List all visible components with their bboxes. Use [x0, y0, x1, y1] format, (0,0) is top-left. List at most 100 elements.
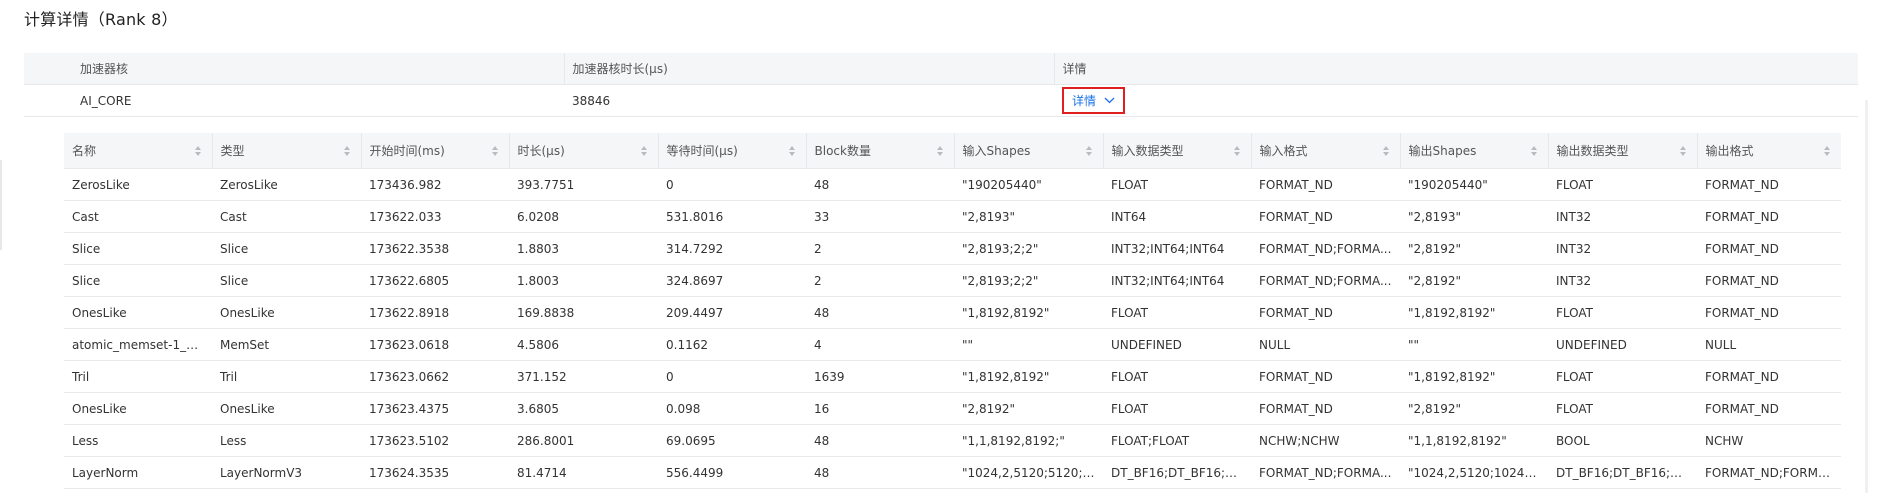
table-row[interactable]: OnesLike OnesLike 173622.8918 169.8838 209.4…: [64, 296, 1841, 329]
column-header-output-dtypes[interactable]: 输出数据类型: [1547, 133, 1697, 169]
cell-type: Less: [212, 424, 361, 457]
sort-icon[interactable]: [1382, 145, 1390, 157]
cell-name: Slice: [64, 232, 212, 265]
cell-start-time: 173623.4375: [361, 392, 509, 425]
cell-wait-time: 0: [658, 360, 806, 393]
cell-input-shapes: "1024,2,5120;5120;51...: [954, 456, 1103, 489]
cell-input-dtypes: DT_BF16;DT_BF16;DT...: [1103, 456, 1251, 489]
cell-type: Slice: [212, 232, 361, 265]
column-header-name[interactable]: 名称: [64, 133, 212, 169]
cell-output-dtypes: FLOAT: [1548, 392, 1697, 425]
cell-type: ZerosLike: [212, 168, 361, 201]
cell-wait-time: 314.7292: [658, 232, 806, 265]
sort-icon[interactable]: [1233, 145, 1241, 157]
cell-name: Slice: [64, 264, 212, 297]
column-header-label: 输出Shapes: [1408, 144, 1477, 158]
cell-type: LayerNormV3: [212, 456, 361, 489]
column-header-input-shapes[interactable]: 输入Shapes: [953, 133, 1103, 169]
column-header-label: 等待时间(μs): [666, 144, 738, 158]
table-row[interactable]: ZerosLike ZerosLike 173436.982 393.7751 0 48 "…: [64, 168, 1841, 201]
cell-output-shapes: "1024,2,5120;1024,2,...: [1400, 456, 1548, 489]
detail-toggle-label: 详情: [1072, 94, 1097, 108]
cell-duration: 169.8838: [509, 296, 658, 329]
cell-output-shapes: "": [1400, 328, 1548, 361]
cell-input-format: NULL: [1251, 328, 1400, 361]
column-header-wait-time[interactable]: 等待时间(μs): [657, 133, 806, 169]
cell-input-format: FORMAT_ND;FORMA...: [1251, 264, 1400, 297]
table-row[interactable]: Cast Cast 173622.033 6.0208 531.8016 33 "2,819…: [64, 200, 1841, 233]
cell-output-shapes: "1,8192,8192": [1400, 296, 1548, 329]
cell-wait-time: 324.8697: [658, 264, 806, 297]
column-header-start-time[interactable]: 开始时间(ms): [360, 133, 509, 169]
table-row[interactable]: Slice Slice 173622.6805 1.8003 324.8697 2 "2,8…: [64, 264, 1841, 297]
sort-icon[interactable]: [343, 145, 351, 157]
table-row[interactable]: Less Less 173623.5102 286.8001 69.0695 48 "1,1…: [64, 424, 1841, 457]
table-row[interactable]: atomic_memset-1_69... MemSet 173623.0618 4.…: [64, 328, 1841, 361]
cell-input-shapes: "190205440": [954, 168, 1103, 201]
cell-duration: 81.4714: [509, 456, 658, 489]
column-header-label: Block数量: [814, 144, 871, 158]
cell-name: OnesLike: [64, 392, 212, 425]
cell-input-shapes: "2,8193;2;2": [954, 232, 1103, 265]
column-header-output-shapes[interactable]: 输出Shapes: [1399, 133, 1548, 169]
column-header-block-count[interactable]: Block数量: [805, 133, 954, 169]
cell-output-dtypes: INT32: [1548, 200, 1697, 233]
cell-start-time: 173623.0662: [361, 360, 509, 393]
cell-input-dtypes: FLOAT: [1103, 360, 1251, 393]
cell-wait-time: 0.1162: [658, 328, 806, 361]
column-header-type[interactable]: 类型: [211, 133, 361, 169]
cell-start-time: 173622.033: [361, 200, 509, 233]
cell-block-count: 2: [806, 232, 954, 265]
sort-icon[interactable]: [1823, 145, 1831, 157]
cell-input-dtypes: FLOAT;FLOAT: [1103, 424, 1251, 457]
cell-type: OnesLike: [212, 296, 361, 329]
cell-type: MemSet: [212, 328, 361, 361]
cell-wait-time: 531.8016: [658, 200, 806, 233]
cell-output-format: FORMAT_ND;FORMA...: [1697, 456, 1841, 489]
cell-input-shapes: "": [954, 328, 1103, 361]
cell-input-dtypes: FLOAT: [1103, 296, 1251, 329]
column-header-label: 输出格式: [1705, 144, 1754, 158]
sort-icon[interactable]: [640, 145, 648, 157]
summary-header-core: 加速器核: [24, 53, 564, 85]
sort-icon[interactable]: [936, 145, 944, 157]
cell-start-time: 173623.5102: [361, 424, 509, 457]
sort-icon[interactable]: [194, 145, 202, 157]
column-header-duration[interactable]: 时长(μs): [508, 133, 658, 169]
column-header-input-dtypes[interactable]: 输入数据类型: [1102, 133, 1251, 169]
sort-icon[interactable]: [491, 145, 499, 157]
cell-start-time: 173622.3538: [361, 232, 509, 265]
cell-name: ZerosLike: [64, 168, 212, 201]
cell-type: Tril: [212, 360, 361, 393]
sort-icon[interactable]: [1679, 145, 1687, 157]
sort-icon[interactable]: [788, 145, 796, 157]
cell-wait-time: 0: [658, 168, 806, 201]
sort-icon[interactable]: [1085, 145, 1093, 157]
table-row[interactable]: Tril Tril 173623.0662 371.152 0 1639 "1,8192,8…: [64, 360, 1841, 393]
page-title: 计算详情（Rank 8）: [24, 10, 178, 29]
column-header-input-format[interactable]: 输入格式: [1250, 133, 1400, 169]
table-row[interactable]: OnesLike OnesLike 173623.4375 3.6805 0.098 16…: [64, 392, 1841, 425]
chevron-down-icon: [1104, 97, 1115, 104]
column-header-output-format[interactable]: 输出格式: [1696, 133, 1841, 169]
cell-input-dtypes: INT64: [1103, 200, 1251, 233]
cell-duration: 371.152: [509, 360, 658, 393]
cell-output-shapes: "190205440": [1400, 168, 1548, 201]
cell-output-format: FORMAT_ND: [1697, 264, 1841, 297]
vertical-scrollbar[interactable]: [1865, 100, 1868, 493]
cell-output-format: FORMAT_ND: [1697, 360, 1841, 393]
cell-type: Cast: [212, 200, 361, 233]
cell-input-shapes: "2,8192": [954, 392, 1103, 425]
accelerator-summary-table: 加速器核 加速器核时长(μs) 详情 AI_CORE 38846 详情: [24, 53, 1858, 117]
cell-name: OnesLike: [64, 296, 212, 329]
cell-output-format: FORMAT_ND: [1697, 200, 1841, 233]
table-row[interactable]: Slice Slice 173622.3538 1.8803 314.7292 2 "2,8…: [64, 232, 1841, 265]
cell-name: Less: [64, 424, 212, 457]
detail-toggle-button[interactable]: 详情: [1062, 87, 1126, 114]
cell-input-format: FORMAT_ND: [1251, 296, 1400, 329]
cell-input-format: FORMAT_ND: [1251, 360, 1400, 393]
sort-icon[interactable]: [1530, 145, 1538, 157]
cell-input-format: FORMAT_ND: [1251, 168, 1400, 201]
cell-start-time: 173622.8918: [361, 296, 509, 329]
table-row[interactable]: LayerNorm LayerNormV3 173624.3535 81.4714 55…: [64, 456, 1841, 489]
